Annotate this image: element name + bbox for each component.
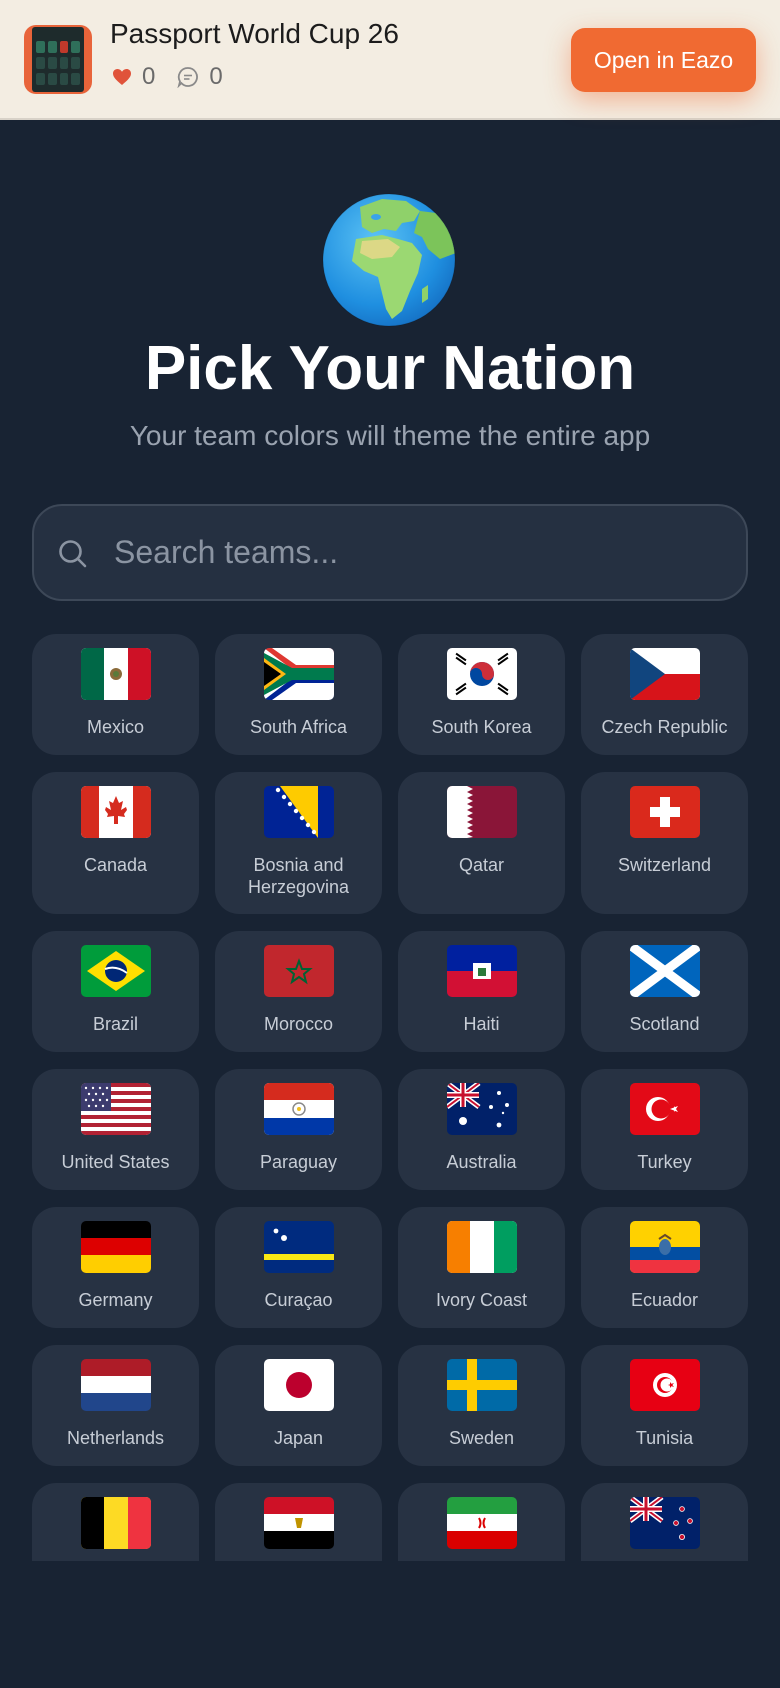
- team-name: Sweden: [448, 1428, 515, 1448]
- morocco-flag-icon: [263, 945, 334, 997]
- south-africa-flag-icon: [263, 648, 334, 700]
- japan-flag-icon: [263, 1359, 334, 1411]
- team-card[interactable]: Netherlands: [32, 1345, 199, 1466]
- team-card[interactable]: Switzerland: [581, 772, 748, 914]
- open-in-eazo-button[interactable]: Open in Eazo: [571, 28, 756, 92]
- comment-icon: [177, 67, 199, 88]
- germany-flag-icon: [80, 1221, 151, 1273]
- team-name: Curaçao: [264, 1290, 333, 1310]
- ivory-coast-flag-icon: [446, 1221, 517, 1273]
- search-icon: [59, 540, 87, 568]
- likes-count: 0: [142, 63, 156, 90]
- tunisia-flag-icon: [629, 1359, 700, 1411]
- ecuador-flag-icon: [629, 1221, 700, 1273]
- team-name: Ivory Coast: [435, 1290, 528, 1310]
- team-name: Qatar: [458, 855, 505, 875]
- team-card[interactable]: [32, 1483, 199, 1561]
- team-card[interactable]: United States: [32, 1069, 199, 1190]
- bosnia-flag-icon: [263, 786, 334, 838]
- brazil-flag-icon: [80, 945, 151, 997]
- team-name: Japan: [273, 1428, 324, 1448]
- team-name: Australia: [446, 1152, 517, 1172]
- team-name: Switzerland: [617, 855, 712, 875]
- team-card[interactable]: Morocco: [215, 931, 382, 1052]
- haiti-flag-icon: [446, 945, 517, 997]
- australia-flag-icon: [446, 1083, 517, 1135]
- app-icon[interactable]: [24, 25, 92, 94]
- south-korea-flag-icon: [446, 648, 517, 700]
- team-name: Scotland: [629, 1014, 700, 1034]
- app-banner: Passport World Cup 26 0 0 Open in Eazo: [0, 0, 780, 120]
- team-name: South Korea: [431, 717, 532, 737]
- team-name: Ecuador: [630, 1290, 699, 1310]
- team-name: Bosnia and Herzegovina: [247, 855, 350, 897]
- team-card[interactable]: Turkey: [581, 1069, 748, 1190]
- canada-flag-icon: [80, 786, 151, 838]
- search-box[interactable]: [32, 504, 748, 601]
- app-title: Passport World Cup 26: [110, 18, 399, 49]
- team-card[interactable]: Germany: [32, 1207, 199, 1328]
- curacao-flag-icon: [263, 1221, 334, 1273]
- team-name: Netherlands: [66, 1428, 165, 1448]
- team-grid-viewport[interactable]: Mexico South Africa South Korea Czech Repub…: [32, 634, 748, 1561]
- team-card[interactable]: Sweden: [398, 1345, 565, 1466]
- team-card[interactable]: South Africa: [215, 634, 382, 755]
- team-grid: Mexico South Africa South Korea Czech Repub…: [32, 634, 748, 1561]
- team-card[interactable]: South Korea: [398, 634, 565, 755]
- egypt-flag-icon: [263, 1497, 334, 1549]
- team-name: Tunisia: [635, 1428, 694, 1448]
- team-card[interactable]: [215, 1483, 382, 1561]
- team-name: South Africa: [249, 717, 348, 737]
- likes-stat[interactable]: 0: [112, 63, 155, 91]
- switzerland-flag-icon: [629, 786, 700, 838]
- team-name: Germany: [78, 1290, 153, 1310]
- team-card[interactable]: Qatar: [398, 772, 565, 914]
- new-zealand-flag-icon: [629, 1497, 700, 1549]
- team-card[interactable]: Ecuador: [581, 1207, 748, 1328]
- team-card[interactable]: Czech Republic: [581, 634, 748, 755]
- netherlands-flag-icon: [80, 1359, 151, 1411]
- team-card[interactable]: Tunisia: [581, 1345, 748, 1466]
- paraguay-flag-icon: [263, 1083, 334, 1135]
- team-card[interactable]: [398, 1483, 565, 1561]
- team-card[interactable]: Brazil: [32, 931, 199, 1052]
- czech-republic-flag-icon: [629, 648, 700, 700]
- comments-stat[interactable]: 0: [177, 63, 223, 91]
- team-card[interactable]: Bosnia and Herzegovina: [215, 772, 382, 914]
- team-card[interactable]: Haiti: [398, 931, 565, 1052]
- team-card[interactable]: Japan: [215, 1345, 382, 1466]
- team-name: Mexico: [86, 717, 144, 737]
- turkey-flag-icon: [629, 1083, 700, 1135]
- united-states-flag-icon: [80, 1083, 151, 1135]
- globe-icon: [322, 193, 456, 327]
- team-card[interactable]: Ivory Coast: [398, 1207, 565, 1328]
- team-name: Haiti: [463, 1014, 500, 1034]
- belgium-flag-icon: [80, 1497, 151, 1549]
- team-name: Canada: [83, 855, 148, 875]
- search-input[interactable]: [114, 506, 714, 599]
- comments-count: 0: [209, 63, 223, 90]
- team-card[interactable]: Mexico: [32, 634, 199, 755]
- qatar-flag-icon: [446, 786, 517, 838]
- app-stats: 0 0: [112, 62, 245, 92]
- sweden-flag-icon: [446, 1359, 517, 1411]
- team-name: Morocco: [263, 1014, 334, 1034]
- page-subtitle: Your team colors will theme the entire a…: [129, 420, 651, 451]
- team-card[interactable]: Paraguay: [215, 1069, 382, 1190]
- heart-icon: [113, 69, 131, 85]
- team-name: United States: [61, 1152, 170, 1172]
- team-name: Brazil: [92, 1014, 138, 1034]
- team-name: Czech Republic: [601, 717, 728, 737]
- mexico-flag-icon: [80, 648, 151, 700]
- team-card[interactable]: Curaçao: [215, 1207, 382, 1328]
- team-name: Paraguay: [259, 1152, 338, 1172]
- team-card[interactable]: Australia: [398, 1069, 565, 1190]
- team-name: Turkey: [637, 1152, 692, 1172]
- team-card[interactable]: [581, 1483, 748, 1561]
- scotland-flag-icon: [629, 945, 700, 997]
- iran-flag-icon: [446, 1497, 517, 1549]
- team-card[interactable]: Canada: [32, 772, 199, 914]
- page-title: Pick Your Nation: [144, 334, 636, 403]
- team-card[interactable]: Scotland: [581, 931, 748, 1052]
